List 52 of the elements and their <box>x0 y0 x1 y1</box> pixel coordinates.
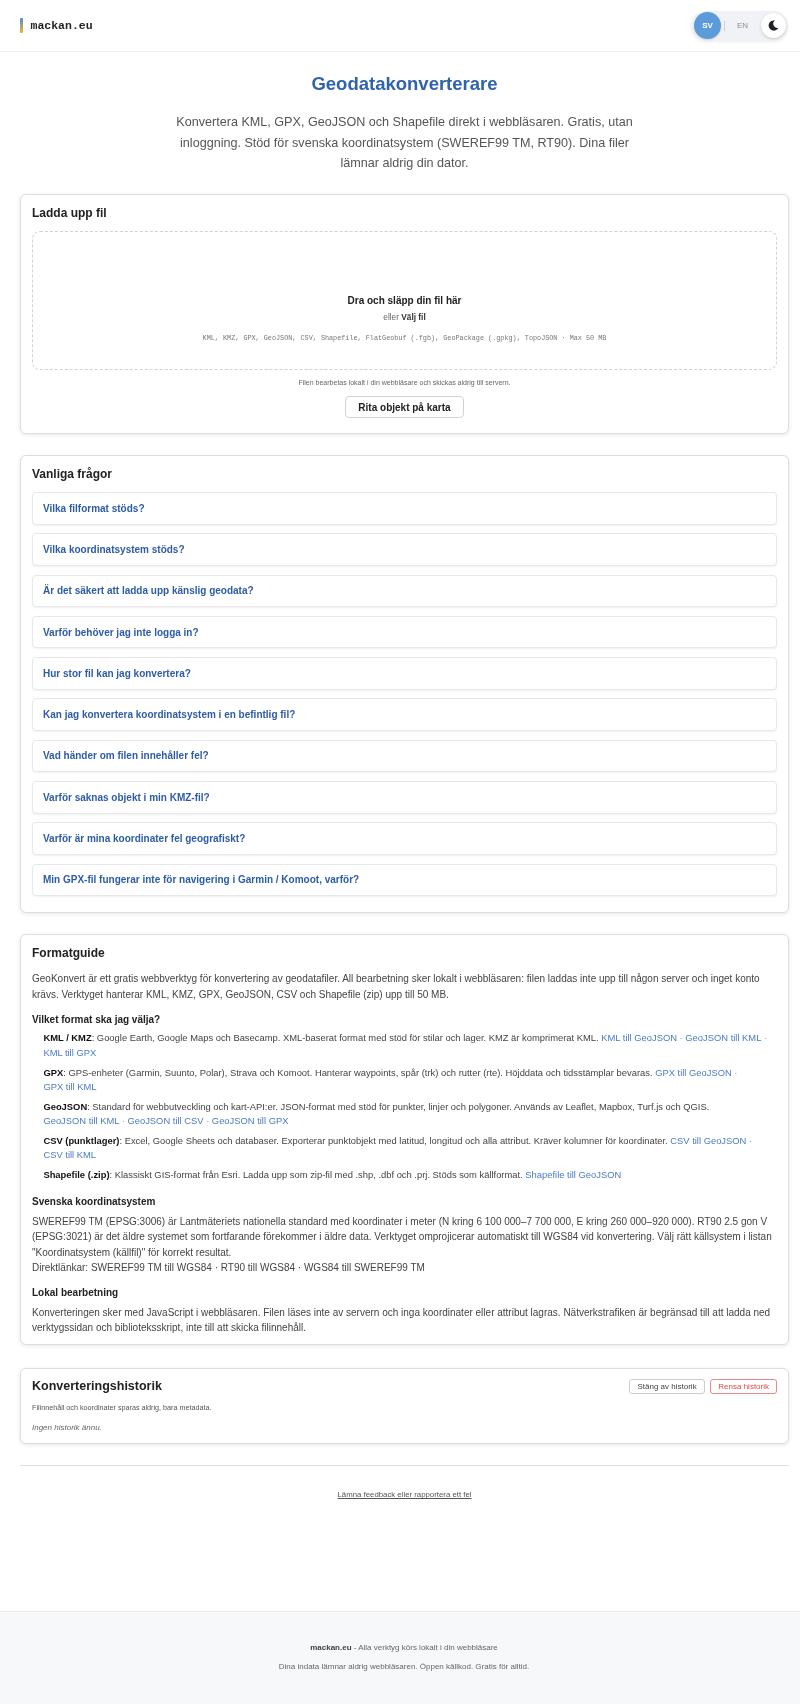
card-title: Konverteringshistorik <box>32 1377 162 1394</box>
format-link[interactable]: GeoJSON till CSV <box>127 1115 204 1127</box>
format-link[interactable]: GeoJSON till GPX <box>211 1115 289 1127</box>
faq-question[interactable]: Vad händer om filen innehåller fel? <box>32 739 777 773</box>
faq-question[interactable]: Varför är mina koordinater fel geografiskt? <box>32 822 777 855</box>
faq-question[interactable]: Hur stor fil kan jag konvertera? <box>32 657 777 690</box>
faq-question[interactable]: Varför behöver jag inte logga in? <box>32 615 777 649</box>
section-heading: Svenska koordinatsystem <box>32 1194 157 1209</box>
format-link[interactable]: KML till GeoJSON <box>601 1032 677 1044</box>
card-title: Formatguide <box>32 945 106 962</box>
section-heading: Vilket format ska jag välja? <box>32 1013 162 1028</box>
format-description: Shapefile (.zip): Klassiskt GIS-format från Esri. Ladda upp som zip-fil med .shp, .dbf och .prj. Stöds som källformat. Shapefile till GeoJSON <box>43 1168 623 1183</box>
drop-title: Dra och släpp din fil här <box>347 293 462 308</box>
faq-question[interactable]: Vilka koordinatsystem stöds? <box>32 533 777 566</box>
format-link[interactable]: CSV till KML <box>43 1149 96 1161</box>
faq-question[interactable]: Min GPX-fil fungerar inte för navigering i Garmin / Komoot, varför? <box>32 863 777 897</box>
local-processing-paragraph: Konverteringen sker med JavaScript i webbläsaren. Filen läses inte av servern och inga koordinater eller attribut lagras. Nätverkstrafiken är begränsad till att ladda ned verktygssidan och biblioteksskript, inte till att skicka filinnehåll. <box>32 1305 772 1336</box>
page-title: Geodatakonverterare <box>310 72 499 95</box>
faq-question[interactable]: Varför saknas objekt i min KMZ-fil? <box>32 780 777 814</box>
section-heading: Lokal bearbetning <box>32 1286 120 1301</box>
choose-file-link[interactable]: Välj fil <box>401 311 426 322</box>
drop-hint: eller Välj fil <box>383 311 426 323</box>
faq-question[interactable]: Vilka filformat stöds? <box>32 491 777 525</box>
format-link[interactable]: GPX till KML <box>43 1080 97 1092</box>
logo-link[interactable]: mackan.eu <box>30 19 93 32</box>
empty-history-text: Ingen historik ännu. <box>32 1421 103 1433</box>
toggle-history-button[interactable]: Stäng av historik <box>629 1378 705 1395</box>
clear-history-button[interactable]: Rensa historik <box>710 1378 777 1395</box>
faq-question[interactable]: Är det säkert att ladda upp känslig geodata? <box>32 574 777 608</box>
intro-paragraph: GeoKonvert är ett gratis webbverktyg för konvertering av geodatafiler. All bearbetning sker lokalt i webbläsaren: filen laddas inte upp till någon server och inget konto krävs. Verktyget hanterar KML, KMZ, GPX, GeoJSON, CSV och Shapefile (zip) upp till 50 MB. <box>32 972 761 1002</box>
card-title: Ladda upp fil <box>32 204 108 221</box>
format-description: CSV (punktlager): Excel, Google Sheets och databaser. Exporterar punktobjekt med latitud, longitud och alla attribut. Kräver kolumner för koordinater. CSV till GeoJSON · CSV till KML <box>43 1134 754 1163</box>
theme-toggle-button[interactable] <box>761 13 786 38</box>
format-link[interactable]: CSV till GeoJSON <box>670 1135 747 1146</box>
format-link[interactable]: GPX till GeoJSON <box>655 1066 732 1078</box>
format-link[interactable]: GeoJSON till KML <box>685 1032 762 1044</box>
format-description: GeoJSON: Standard för webbutveckling och kart-API:er. JSON-format med stöd för punkter, linjer och polygoner. Används av Leaflet, Mapbox, Turf.js och QGIS. GeoJSON till KML · GeoJSON till CSV · GeoJSON till GPX <box>43 1099 711 1129</box>
format-link[interactable]: Shapefile till GeoJSON <box>525 1169 622 1181</box>
format-link[interactable]: GeoJSON till KML <box>43 1115 120 1127</box>
card-title: Vanliga frågor <box>32 465 114 482</box>
format-description: KML / KMZ: Google Earth, Google Maps och Basecamp. XML-baserat format med stöd för stilar och lager. KMZ är komprimerat KML. KML till GeoJSON · GeoJSON till KML · KML till GPX <box>43 1031 768 1060</box>
footer-text: mackan.eu - Alla verktyg körs lokalt i din webbläsare <box>310 1642 498 1654</box>
crs-paragraph: SWEREF99 TM (EPSG:3006) är Lantmäteriets nationella standard med koordinater i meter (N kring 6 100 000–7 700 000, E kring 260 000–920 000). RT90 2.5 gon V (EPSG:3021) är det äldre systemet som fortfarande förekommer i äldre data. Verktyget omprojicerar automatiskt till WGS84 vid konvertering. Välj rätt källsystem i listan "Koordinatsystem (källfil)" för korrekt resultat. <box>32 1215 773 1260</box>
crs-paragraph: Direktlänkar: SWEREF99 TM till WGS84 · RT90 till WGS84 · WGS84 till SWEREF99 TM <box>32 1261 426 1276</box>
logo-stripe-icon <box>20 18 23 33</box>
faq-question[interactable]: Kan jag konvertera koordinatsystem i en befintlig fil? <box>32 698 777 731</box>
footer-text: Dina indata lämnar aldrig webbläsaren. Öppen källkod. Gratis för alltid. <box>278 1660 530 1673</box>
draw-on-map-button[interactable]: Rita objekt på karta <box>345 396 464 419</box>
moon-icon <box>768 20 779 31</box>
format-link[interactable]: KML till GPX <box>43 1046 97 1058</box>
page-subtitle: Konvertera KML, GPX, GeoJSON och Shapefile direkt i webbläsaren. Gratis, utan inloggning. Stöd för svenska koordinatsystem (SWEREF99 TM, RT90). Dina filer lämnar aldrig din dator. <box>175 114 634 172</box>
format-description: GPX: GPS-enheter (Garmin, Suunto, Polar), Strava och Komoot. Hanterar waypoints, spår (trk) och rutter (rte). Höjddata och tidsstämplar bevaras. GPX till GeoJSON · GPX till KML <box>43 1065 739 1094</box>
